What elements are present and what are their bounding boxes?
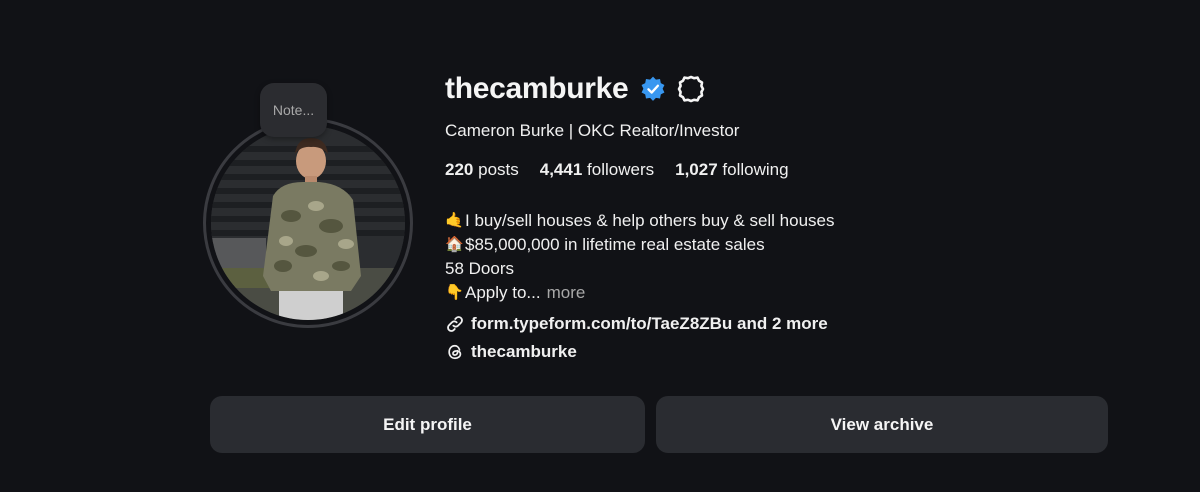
website-link-text: form.typeform.com/to/TaeZ8ZBu and 2 more (471, 314, 828, 333)
bio-text: $85,000,000 in lifetime real estate sale… (465, 235, 765, 254)
verified-badge-icon (642, 76, 665, 101)
bio-text: I buy/sell houses & help others buy & se… (465, 211, 835, 230)
profile-stats: 220 posts 4,441 followers 1,027 followin… (445, 160, 789, 180)
gear-icon[interactable] (676, 74, 706, 104)
bio-line: 👇 Apply to... more (445, 281, 835, 305)
profile-avatar[interactable] (203, 118, 413, 328)
website-link[interactable]: form.typeform.com/to/TaeZ8ZBu and 2 more (445, 314, 828, 334)
following-stat[interactable]: 1,027 following (675, 160, 788, 180)
bio-text: Apply to... (465, 283, 541, 302)
bio-line: 🤙 I buy/sell houses & help others buy & … (445, 209, 835, 233)
posts-label: posts (478, 160, 519, 179)
posts-stat: 220 posts (445, 160, 519, 180)
call-me-hand-icon: 🤙 (445, 212, 464, 229)
avatar-photo (211, 126, 405, 320)
note-label: Note... (272, 102, 315, 118)
posts-count: 220 (445, 160, 474, 179)
following-count: 1,027 (675, 160, 718, 179)
followers-label: followers (587, 160, 655, 179)
username: thecamburke (445, 72, 629, 105)
pointing-down-icon: 👇 (445, 284, 464, 301)
bio-more-link[interactable]: more (547, 281, 586, 305)
full-name: Cameron Burke | OKC Realtor/Investor (445, 121, 740, 140)
threads-link[interactable]: thecamburke (445, 342, 577, 362)
note-bubble[interactable]: Note... (260, 83, 327, 137)
link-icon (447, 316, 463, 332)
bio-line: 🏠 $85,000,000 in lifetime real estate sa… (445, 233, 835, 257)
followers-stat[interactable]: 4,441 followers (540, 160, 654, 180)
bio-line: 58 Doors (445, 257, 835, 281)
threads-icon (448, 344, 462, 360)
edit-profile-button[interactable]: Edit profile (210, 396, 645, 453)
bio-text: 58 Doors (445, 259, 514, 278)
view-archive-button[interactable]: View archive (656, 396, 1108, 453)
avatar-image[interactable] (211, 126, 405, 320)
followers-count: 4,441 (539, 160, 583, 179)
username-row: thecamburke (445, 70, 706, 108)
house-icon: 🏠 (445, 236, 464, 253)
following-label: following (722, 160, 789, 179)
threads-handle: thecamburke (471, 342, 577, 361)
bio: 🤙 I buy/sell houses & help others buy & … (445, 209, 835, 305)
